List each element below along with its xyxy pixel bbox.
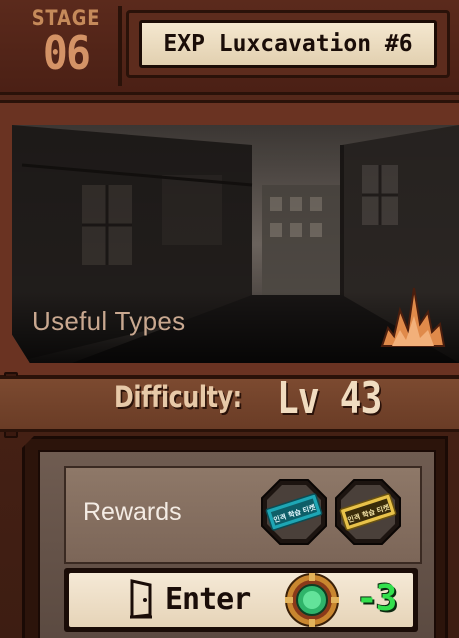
exp-ticket-gold-icon[interactable]: 인격 학습 티켓	[334, 478, 402, 546]
rewards-label: Rewards	[83, 498, 182, 526]
enter-cost: -3	[356, 578, 397, 619]
stage-title-plate: EXP Luxcavation #6	[139, 20, 437, 68]
stage-title: EXP Luxcavation #6	[163, 31, 413, 57]
useful-types-label: Useful Types	[32, 306, 186, 336]
door-icon	[130, 579, 152, 619]
stage-indicator: STAGE 06	[18, 4, 114, 88]
stage-number: 06	[42, 26, 91, 80]
enter-label: Enter	[165, 582, 251, 617]
stage-title-frame: EXP Luxcavation #6	[126, 10, 450, 78]
difficulty-label: Difficulty:	[114, 380, 242, 414]
exp-ticket-blue-icon[interactable]: 인격 학습 티켓	[260, 478, 328, 546]
burn-flame-icon	[380, 287, 446, 347]
stage-header: STAGE 06 EXP Luxcavation #6	[0, 0, 459, 95]
enkephalin-module-icon	[285, 573, 339, 627]
header-divider	[118, 6, 122, 86]
difficulty-level: Lv 43	[277, 373, 382, 424]
